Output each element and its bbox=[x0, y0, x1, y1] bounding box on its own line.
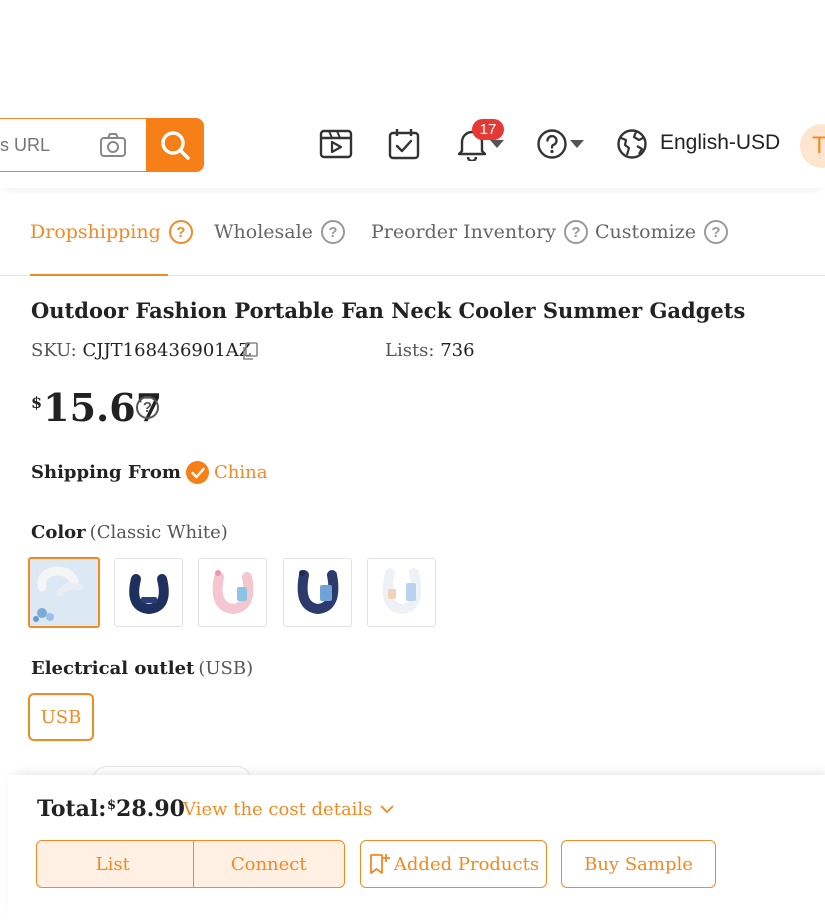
list-button-label: List bbox=[95, 853, 130, 875]
tab-label: Dropshipping bbox=[30, 221, 161, 243]
electrical-outlet-label: Electrical outlet (USB) bbox=[31, 658, 253, 679]
sku-row: SKU: CJJT168436901AZ bbox=[31, 340, 251, 361]
added-products-label: Added Products bbox=[393, 853, 540, 875]
connect-button-label: Connect bbox=[230, 853, 307, 875]
total-value: $28.90 bbox=[107, 796, 185, 822]
tab-dropshipping[interactable]: Dropshipping ? bbox=[30, 220, 193, 244]
color-swatch-navy-blue[interactable] bbox=[114, 558, 183, 627]
color-label: Color (Classic White) bbox=[31, 522, 228, 543]
total-label: Total: bbox=[37, 796, 107, 822]
search-box bbox=[0, 118, 148, 172]
color-swatch-classic-white[interactable] bbox=[28, 557, 100, 628]
shipping-from-label: Shipping From bbox=[31, 462, 181, 483]
outlet-label-text: Electrical outlet bbox=[31, 658, 195, 679]
search-button[interactable] bbox=[146, 118, 204, 172]
help-icon[interactable] bbox=[534, 126, 570, 162]
globe-icon[interactable] bbox=[614, 126, 650, 162]
copy-icon[interactable] bbox=[240, 341, 260, 361]
total-amount: 28.90 bbox=[116, 796, 185, 822]
tab-wholesale[interactable]: Wholesale ? bbox=[214, 220, 345, 244]
help-icon[interactable]: ? bbox=[703, 220, 728, 244]
sku-value: CJJT168436901AZ bbox=[82, 340, 252, 361]
lists-row: Lists: 736 bbox=[385, 340, 475, 361]
chevron-down-icon[interactable] bbox=[570, 140, 584, 148]
video-icon[interactable] bbox=[318, 126, 354, 162]
color-swatch-white-gradient[interactable] bbox=[367, 558, 436, 627]
added-products-button[interactable]: Added Products bbox=[360, 840, 547, 888]
outlet-selected: (USB) bbox=[198, 658, 254, 679]
search-input[interactable] bbox=[0, 119, 94, 171]
notification-badge: 17 bbox=[472, 119, 504, 140]
tab-label: Customize bbox=[595, 221, 696, 243]
connect-button[interactable]: Connect bbox=[192, 841, 345, 887]
price-currency: $ bbox=[31, 393, 43, 412]
sku-label: SKU: bbox=[31, 340, 77, 361]
help-icon[interactable]: ? bbox=[320, 220, 345, 244]
tab-label: Preorder Inventory bbox=[371, 221, 557, 243]
list-connect-button-group: List Connect bbox=[36, 840, 345, 888]
tab-customize[interactable]: Customize ? bbox=[595, 220, 728, 244]
help-icon[interactable]: ? bbox=[136, 396, 159, 419]
avatar[interactable]: T bbox=[800, 124, 825, 168]
outlet-option-usb[interactable]: USB bbox=[28, 693, 94, 741]
help-icon[interactable]: ? bbox=[564, 220, 589, 244]
calendar-check-icon[interactable] bbox=[386, 126, 422, 162]
tab-preorder-inventory[interactable]: Preorder Inventory ? bbox=[371, 220, 589, 244]
check-icon[interactable] bbox=[186, 461, 209, 484]
cost-details-link[interactable]: View the cost details bbox=[183, 799, 395, 820]
color-swatch-pink[interactable] bbox=[198, 558, 267, 627]
buy-sample-label: Buy Sample bbox=[584, 853, 693, 875]
buy-sample-button[interactable]: Buy Sample bbox=[561, 840, 716, 888]
camera-icon[interactable] bbox=[99, 132, 127, 158]
cost-details-label: View the cost details bbox=[183, 799, 373, 820]
active-tab-indicator bbox=[30, 274, 168, 276]
color-selected: (Classic White) bbox=[89, 522, 228, 543]
language-selector[interactable]: English-USD bbox=[660, 131, 780, 155]
chevron-down-icon[interactable] bbox=[490, 140, 504, 148]
search-icon bbox=[161, 131, 190, 160]
list-button[interactable]: List bbox=[37, 841, 189, 887]
shipping-from-option[interactable]: China bbox=[214, 462, 267, 483]
color-swatch-dark-blue[interactable] bbox=[283, 558, 352, 627]
chevron-down-icon bbox=[380, 805, 395, 814]
purchase-mode-tabs: Dropshipping ? Wholesale ? Preorder Inve… bbox=[0, 214, 825, 276]
bookmark-add-icon bbox=[370, 854, 390, 874]
tab-label: Wholesale bbox=[214, 221, 313, 243]
color-label-text: Color bbox=[31, 522, 86, 543]
help-icon[interactable]: ? bbox=[168, 220, 193, 244]
top-header: 17 English-USD T bbox=[0, 0, 825, 188]
lists-value: 736 bbox=[440, 340, 475, 361]
total-currency: $ bbox=[107, 798, 117, 813]
lists-label: Lists: bbox=[385, 340, 435, 361]
product-title: Outdoor Fashion Portable Fan Neck Cooler… bbox=[31, 298, 746, 323]
